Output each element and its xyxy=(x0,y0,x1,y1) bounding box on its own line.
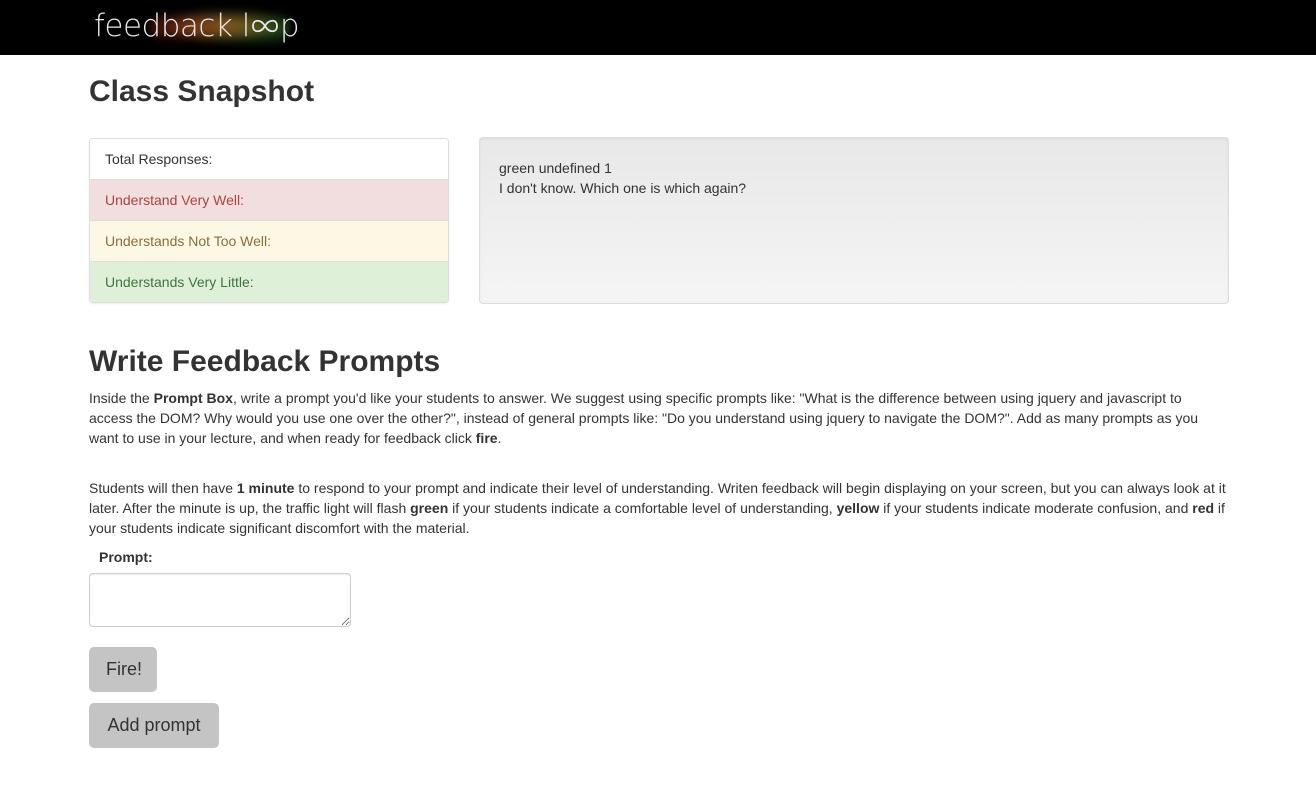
fire-button[interactable]: Fire! xyxy=(89,647,157,692)
stat-understand-very-well: Understand Very Well: xyxy=(90,180,448,221)
feedback-responses-panel: green undefined 1 I don't know. Which on… xyxy=(479,137,1229,304)
response-stats-list: Total Responses: Understand Very Well: U… xyxy=(89,138,449,303)
text-span: . xyxy=(497,430,502,446)
infinity-loop-icon xyxy=(250,16,280,36)
bold-red: red xyxy=(1192,500,1215,516)
text-span: Inside the xyxy=(89,390,154,406)
text-span: Students will then have xyxy=(89,480,237,496)
feedback-line: I don't know. Which one is which again? xyxy=(499,180,747,196)
text-span: , write a prompt you'd like your student… xyxy=(89,390,1199,446)
feedback-line: green undefined 1 xyxy=(499,160,612,176)
bold-prompt-box: Prompt Box xyxy=(153,390,233,406)
text-span: if your students indicate a comfortable … xyxy=(448,500,837,516)
add-prompt-button[interactable]: Add prompt xyxy=(89,703,219,748)
section-title-write-prompts: Write Feedback Prompts xyxy=(89,345,441,378)
instructions-paragraph-1: Inside the Prompt Box, write a prompt yo… xyxy=(89,388,1229,448)
bold-1-minute: 1 minute xyxy=(236,480,295,496)
stat-total-responses: Total Responses: xyxy=(90,139,448,180)
bold-yellow: yellow xyxy=(836,500,880,516)
stat-understands-not-too-well: Understands Not Too Well: xyxy=(90,221,448,262)
bold-green: green xyxy=(410,500,449,516)
page-title-class-snapshot: Class Snapshot xyxy=(89,75,315,108)
text-span: if your students indicate moderate confu… xyxy=(879,500,1193,516)
stat-understands-very-little: Understands Very Little: xyxy=(90,262,448,302)
prompt-label: Prompt: xyxy=(99,549,153,565)
feedback-loop-logo[interactable]: feedback l p xyxy=(94,5,300,47)
prompt-textarea[interactable] xyxy=(89,573,351,627)
instructions-paragraph-2: Students will then have 1 minute to resp… xyxy=(89,478,1229,538)
logo-text-main: feedback l xyxy=(94,8,250,44)
top-navbar: feedback l p xyxy=(0,0,1316,55)
bold-fire: fire xyxy=(475,430,498,446)
logo-text: feedback l p xyxy=(94,5,300,47)
logo-text-tail: p xyxy=(279,8,300,44)
